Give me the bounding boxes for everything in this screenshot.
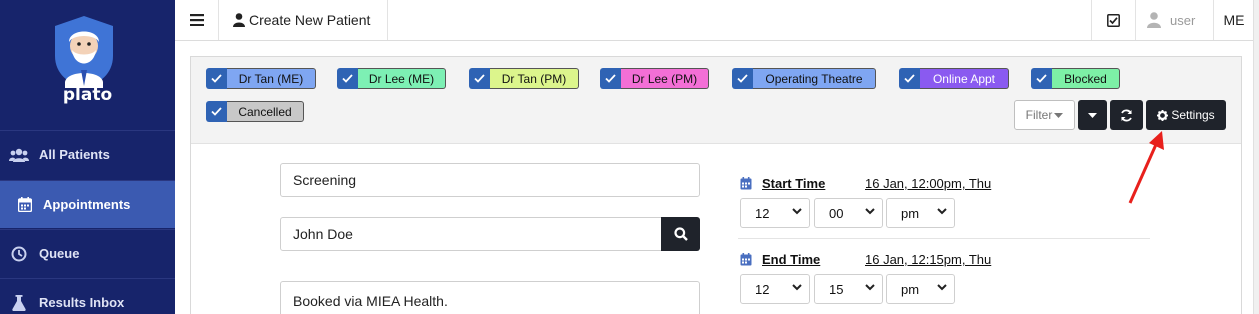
end-time-summary[interactable]: 16 Jan, 12:15pm, Thu <box>865 252 991 267</box>
settings-label: Settings <box>1171 108 1215 122</box>
filter-dropdown[interactable]: Filter <box>1014 100 1075 130</box>
start-hour-select[interactable]: 12 <box>740 198 810 228</box>
end-time-title: End Time <box>762 252 821 267</box>
user-label: user <box>1170 12 1196 28</box>
checkbox-icon <box>1107 13 1120 27</box>
chevron-down-icon <box>865 208 875 215</box>
brand-name: plato <box>62 85 113 105</box>
start-time-summary[interactable]: 16 Jan, 12:00pm, Thu <box>865 176 991 191</box>
calendar-label: Dr Tan (PM) <box>490 68 579 89</box>
start-time-label: Start Time <box>740 176 825 191</box>
check-icon <box>899 68 920 89</box>
calendar-toggle-online-appt[interactable]: Online Appt <box>899 68 1009 89</box>
sidebar: plato All Patients Appointments Queue Re… <box>0 0 175 314</box>
create-new-patient-label: Create New Patient <box>249 12 371 28</box>
calendar-label: Blocked <box>1052 68 1120 89</box>
sidebar-item-results-inbox[interactable]: Results Inbox <box>0 278 175 314</box>
search-icon <box>673 227 688 241</box>
chevron-down-icon <box>792 208 802 215</box>
calendar-toggle-operating-theatre[interactable]: Operating Theatre <box>732 68 876 89</box>
gear-icon <box>1157 109 1169 121</box>
calendar-toggle-blocked[interactable]: Blocked <box>1031 68 1120 89</box>
time-divider <box>738 238 1150 239</box>
calendar-icon <box>740 177 752 190</box>
refresh-button[interactable] <box>1110 100 1143 130</box>
check-icon <box>206 101 227 122</box>
caret-down-icon <box>1088 112 1097 118</box>
users-icon <box>9 145 29 165</box>
sidebar-item-label: Results Inbox <box>39 295 125 310</box>
refresh-icon <box>1121 109 1132 121</box>
calendar-toggle-cancelled[interactable]: Cancelled <box>206 101 304 122</box>
page-scrollbar[interactable] <box>1253 0 1259 314</box>
top-bar: Create New Patient user ME <box>175 0 1259 41</box>
filter-label: Filter <box>1025 108 1053 122</box>
hamburger-icon <box>189 14 204 26</box>
sidebar-item-label: Appointments <box>43 197 131 212</box>
patient-search-button[interactable] <box>661 217 700 251</box>
start-minute-value: 00 <box>829 205 844 221</box>
chevron-down-icon <box>937 208 947 215</box>
user-menu[interactable]: user <box>1136 0 1214 40</box>
sidebar-item-appointments[interactable]: Appointments <box>0 180 175 228</box>
calendar-toggle-dr-tan-me[interactable]: Dr Tan (ME) <box>206 68 316 89</box>
end-ampm-select[interactable]: pm <box>886 274 955 304</box>
user-avatar-icon <box>1147 12 1161 28</box>
check-icon <box>600 68 621 89</box>
user-initials[interactable]: ME <box>1214 0 1254 40</box>
end-hour-select[interactable]: 12 <box>740 274 810 304</box>
calendar-label: Operating Theatre <box>753 68 876 89</box>
end-ampm-value: pm <box>901 281 920 297</box>
check-icon <box>337 68 358 89</box>
settings-button[interactable]: Settings <box>1146 100 1226 130</box>
check-icon <box>206 68 227 89</box>
sidebar-item-label: All Patients <box>39 147 110 162</box>
end-hour-value: 12 <box>755 281 770 297</box>
annotation-arrow-icon <box>1128 131 1164 204</box>
calendar-label: Cancelled <box>227 101 304 122</box>
calendar-toggle-dr-tan-pm[interactable]: Dr Tan (PM) <box>469 68 579 89</box>
chevron-down-icon <box>937 284 947 291</box>
chevron-down-icon <box>792 284 802 291</box>
flask-icon <box>9 293 29 313</box>
start-time-title: Start Time <box>762 176 826 191</box>
menu-toggle-button[interactable] <box>175 0 219 40</box>
check-icon <box>469 68 490 89</box>
appointment-title-input[interactable]: Screening <box>280 163 700 197</box>
calendar-label: Dr Lee (ME) <box>358 68 446 89</box>
start-hour-value: 12 <box>755 205 770 221</box>
end-minute-select[interactable]: 15 <box>814 274 883 304</box>
clock-icon <box>9 244 29 264</box>
patient-search-input[interactable]: John Doe <box>280 217 662 251</box>
check-icon <box>732 68 753 89</box>
calendar-toggle-dr-lee-pm[interactable]: Dr Lee (PM) <box>600 68 709 89</box>
sidebar-item-label: Queue <box>39 246 80 261</box>
calendar-toggle-dr-lee-me[interactable]: Dr Lee (ME) <box>337 68 446 89</box>
start-minute-select[interactable]: 00 <box>814 198 883 228</box>
calendar-label: Dr Lee (PM) <box>621 68 709 89</box>
options-dropdown-button[interactable] <box>1078 100 1107 130</box>
calendar-label: Online Appt <box>920 68 1009 89</box>
tasks-button[interactable] <box>1091 0 1136 40</box>
chevron-down-icon <box>865 284 875 291</box>
end-time-label: End Time <box>740 252 820 267</box>
check-icon <box>1031 68 1052 89</box>
calendar-filter-bar: Dr Tan (ME) Dr Lee (ME) Dr Tan (PM) Dr L… <box>191 57 1241 144</box>
sidebar-item-all-patients[interactable]: All Patients <box>0 130 175 178</box>
calendar-icon <box>740 253 752 266</box>
appointment-notes-input[interactable]: Booked via MIEA Health. <box>280 281 700 314</box>
start-ampm-select[interactable]: pm <box>886 198 955 228</box>
end-minute-value: 15 <box>829 281 844 297</box>
sidebar-item-queue[interactable]: Queue <box>0 229 175 277</box>
user-icon <box>233 13 245 27</box>
create-new-patient-button[interactable]: Create New Patient <box>219 0 388 40</box>
start-ampm-value: pm <box>901 205 920 221</box>
calendar-label: Dr Tan (ME) <box>227 68 316 89</box>
calendar-icon <box>15 195 35 215</box>
caret-down-icon <box>1054 112 1064 118</box>
